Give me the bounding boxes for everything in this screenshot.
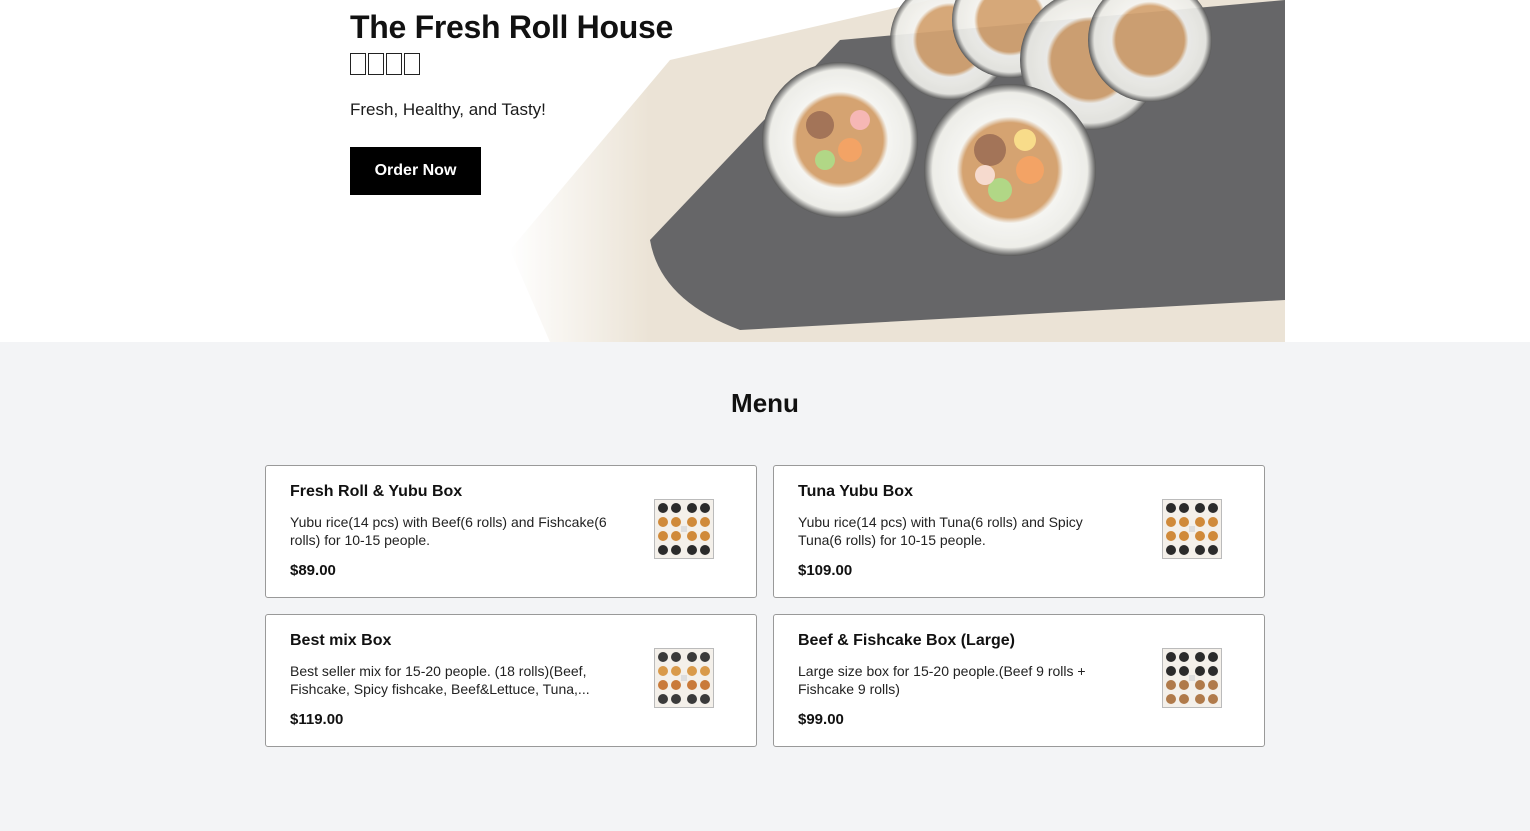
- menu-item-description: Best seller mix for 15-20 people. (18 ro…: [290, 663, 590, 697]
- menu-item-thumbnail: [1162, 648, 1222, 708]
- hero-tagline: Fresh, Healthy, and Tasty!: [350, 100, 546, 119]
- menu-item-description: Yubu rice(14 pcs) with Beef(6 rolls) and…: [290, 514, 607, 548]
- restaurant-title: The Fresh Roll House: [350, 9, 673, 45]
- menu-item-description: Yubu rice(14 pcs) with Tuna(6 rolls) and…: [798, 514, 1083, 548]
- menu-item-card[interactable]: Best mix Box Best seller mix for 15-20 p…: [265, 614, 757, 747]
- menu-title: Menu: [731, 388, 799, 418]
- order-now-button[interactable]: Order Now: [350, 147, 481, 195]
- menu-item-thumbnail: [654, 499, 714, 559]
- menu-item-description: Large size box for 15-20 people.(Beef 9 …: [798, 663, 1086, 697]
- missing-glyph-box: [368, 53, 384, 75]
- menu-grid: Fresh Roll & Yubu Box Yubu rice(14 pcs) …: [265, 465, 1265, 747]
- menu-item-card[interactable]: Beef & Fishcake Box (Large) Large size b…: [773, 614, 1265, 747]
- missing-glyph-box: [350, 53, 366, 75]
- menu-item-price: $109.00: [798, 562, 853, 579]
- missing-glyph-box: [404, 53, 420, 75]
- menu-item-card[interactable]: Tuna Yubu Box Yubu rice(14 pcs) with Tun…: [773, 465, 1265, 598]
- hero-text-block: The Fresh Roll House Fresh, Healthy, and…: [350, 8, 770, 195]
- menu-section: Menu Fresh Roll & Yubu Box Yubu rice(14 …: [0, 342, 1530, 831]
- menu-item-card[interactable]: Fresh Roll & Yubu Box Yubu rice(14 pcs) …: [265, 465, 757, 598]
- missing-glyph-box: [386, 53, 402, 75]
- menu-item-price: $119.00: [290, 711, 344, 728]
- menu-item-price: $89.00: [290, 562, 336, 579]
- menu-item-thumbnail: [654, 648, 714, 708]
- menu-item-thumbnail: [1162, 499, 1222, 559]
- menu-item-price: $99.00: [798, 711, 844, 728]
- hero-section: The Fresh Roll House Fresh, Healthy, and…: [0, 0, 1530, 342]
- restaurant-korean-name: [350, 50, 770, 78]
